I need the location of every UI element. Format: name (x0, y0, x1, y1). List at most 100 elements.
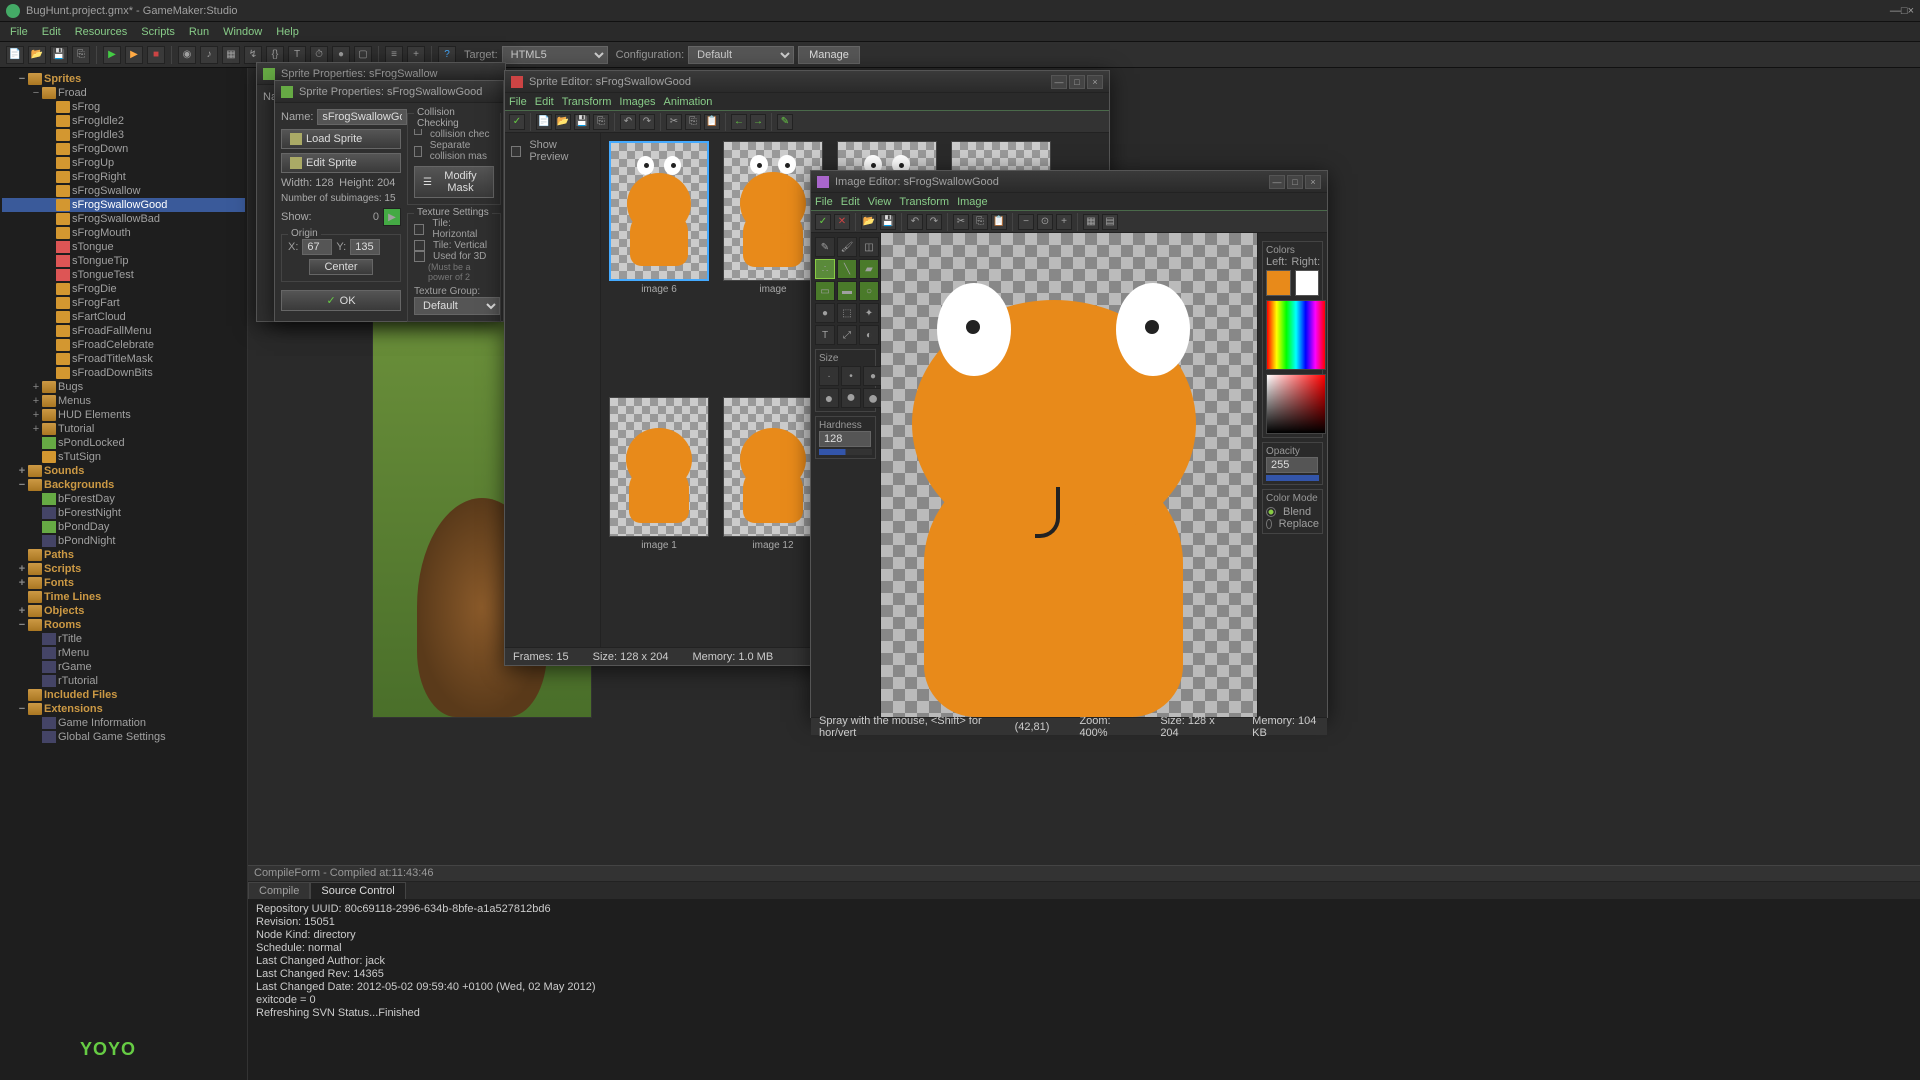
compile-tab[interactable]: Compile (248, 882, 310, 899)
name-input[interactable] (317, 109, 407, 125)
rect-tool[interactable]: ▭ (815, 281, 835, 301)
undo-icon[interactable]: ↶ (907, 214, 923, 230)
tree-room[interactable]: rTutorial (2, 674, 245, 688)
origin-x-input[interactable] (302, 239, 332, 255)
help-icon[interactable]: ? (438, 46, 456, 64)
tree-sprite[interactable]: sFrogUp (2, 156, 245, 170)
room-icon[interactable]: ▢ (354, 46, 372, 64)
grid2-icon[interactable]: ▤ (1102, 214, 1118, 230)
tree-bg[interactable]: bForestDay (2, 492, 245, 506)
redo-icon[interactable]: ↷ (639, 114, 655, 130)
left-icon[interactable]: ← (731, 114, 747, 130)
close-icon[interactable]: × (1087, 75, 1103, 89)
menu-window[interactable]: Window (217, 24, 268, 40)
save-icon[interactable]: 💾 (574, 114, 590, 130)
menu-file[interactable]: File (815, 196, 833, 208)
tilev-checkbox[interactable] (414, 240, 425, 251)
tree-room[interactable]: rTitle (2, 632, 245, 646)
resource-tree[interactable]: −Sprites −Froad sFrog sFrogIdle2 sFrogId… (0, 68, 248, 1080)
edit-icon[interactable]: ✎ (777, 114, 793, 130)
ext-icon[interactable]: + (407, 46, 425, 64)
paste-icon[interactable]: 📋 (704, 114, 720, 130)
compile-output[interactable]: Repository UUID: 80c69118-2996-634b-8bfe… (248, 899, 1920, 1024)
maximize-icon[interactable]: □ (1069, 75, 1085, 89)
tree-included[interactable]: Included Files (2, 688, 245, 702)
open-icon[interactable]: 📂 (28, 46, 46, 64)
tree-sprite[interactable]: sFrogRight (2, 170, 245, 184)
menu-edit[interactable]: Edit (36, 24, 67, 40)
used3d-checkbox[interactable] (414, 251, 425, 262)
canvas[interactable] (881, 233, 1257, 717)
alt-tool[interactable]: ◐ (859, 325, 879, 345)
menu-file[interactable]: File (4, 24, 34, 40)
close-button[interactable]: × (1908, 5, 1914, 17)
menu-transform[interactable]: Transform (899, 196, 949, 208)
tree-sprite[interactable]: sFrog (2, 100, 245, 114)
line-tool[interactable]: ╲ (837, 259, 857, 279)
undo-icon[interactable]: ↶ (620, 114, 636, 130)
size-3[interactable]: ● (863, 366, 883, 386)
maximize-icon[interactable]: □ (1287, 175, 1303, 189)
ellipsefill-tool[interactable]: ● (815, 303, 835, 323)
tileh-checkbox[interactable] (414, 224, 424, 235)
tree-scripts[interactable]: +Scripts (2, 562, 245, 576)
picker-tool[interactable]: ⤢ (837, 325, 857, 345)
export-icon[interactable]: ⎘ (72, 46, 90, 64)
tree-sprite[interactable]: sFroadTitleMask (2, 352, 245, 366)
zoom-in-icon[interactable]: + (1056, 214, 1072, 230)
menu-run[interactable]: Run (183, 24, 215, 40)
manage-button[interactable]: Manage (798, 46, 860, 64)
modify-mask-button[interactable]: ☰ Modify Mask (414, 166, 494, 198)
stop-icon[interactable]: ■ (147, 46, 165, 64)
cancel-icon[interactable]: ✕ (834, 214, 850, 230)
sound-icon[interactable]: ♪ (200, 46, 218, 64)
spray-tool[interactable]: ∴ (815, 259, 835, 279)
tree-sprite[interactable]: sFrogIdle2 (2, 114, 245, 128)
tree-sprite[interactable]: sFrogSwallowBad (2, 212, 245, 226)
edit-sprite-button[interactable]: Edit Sprite (281, 153, 401, 173)
timeline-icon[interactable]: ⏱ (310, 46, 328, 64)
menu-images[interactable]: Images (619, 96, 655, 108)
cut-icon[interactable]: ✂ (666, 114, 682, 130)
tree-sprite[interactable]: sTongueTest (2, 268, 245, 282)
tree-sprite[interactable]: sFrogSwallow (2, 184, 245, 198)
tree-sprites[interactable]: −Sprites (2, 72, 245, 86)
tree-froad[interactable]: −Froad (2, 86, 245, 100)
eraser-tool[interactable]: ◫ (859, 237, 879, 257)
tree-backgrounds[interactable]: −Backgrounds (2, 478, 245, 492)
left-color[interactable] (1266, 270, 1291, 296)
menu-view[interactable]: View (868, 196, 892, 208)
tree-bg[interactable]: bPondDay (2, 520, 245, 534)
bg-icon[interactable]: ▦ (222, 46, 240, 64)
object-icon[interactable]: ● (332, 46, 350, 64)
target-select[interactable]: HTML5 (502, 46, 608, 64)
text-tool[interactable]: T (815, 325, 835, 345)
minimize-icon[interactable]: — (1269, 175, 1285, 189)
tree-objects[interactable]: +Objects (2, 604, 245, 618)
maximize-button[interactable]: □ (1901, 5, 1908, 17)
save-icon[interactable]: 💾 (880, 214, 896, 230)
sprite-properties-window-2[interactable]: Sprite Properties: sFrogSwallowGood Name… (274, 80, 504, 322)
tree-sprite[interactable]: sFrogIdle3 (2, 128, 245, 142)
path-icon[interactable]: ↯ (244, 46, 262, 64)
hardness-slider[interactable] (819, 449, 872, 455)
sprite-frame[interactable]: image 1 (609, 397, 709, 639)
tree-sprite[interactable]: sFroadCelebrate (2, 338, 245, 352)
sprite-icon[interactable]: ◉ (178, 46, 196, 64)
config-select[interactable]: Default (688, 46, 794, 64)
opacity-slider[interactable] (1266, 475, 1319, 481)
copy-icon[interactable]: ⎘ (685, 114, 701, 130)
tree-sprite[interactable]: sTongueTip (2, 254, 245, 268)
sprite-frame[interactable]: image 6 (609, 141, 709, 383)
tree-folder[interactable]: +HUD Elements (2, 408, 245, 422)
tree-bg[interactable]: bPondNight (2, 534, 245, 548)
center-button[interactable]: Center (309, 259, 372, 275)
minimize-icon[interactable]: — (1051, 75, 1067, 89)
check-icon[interactable]: ✓ (509, 114, 525, 130)
image-editor-window[interactable]: Image Editor: sFrogSwallowGood—□× File E… (810, 170, 1328, 718)
sprite-frame[interactable]: image (723, 141, 823, 383)
ok-button[interactable]: ✓ OK (281, 290, 401, 311)
sprite-frame[interactable]: image 12 (723, 397, 823, 639)
settings-icon[interactable]: ≡ (385, 46, 403, 64)
debug-icon[interactable]: ▶ (125, 46, 143, 64)
